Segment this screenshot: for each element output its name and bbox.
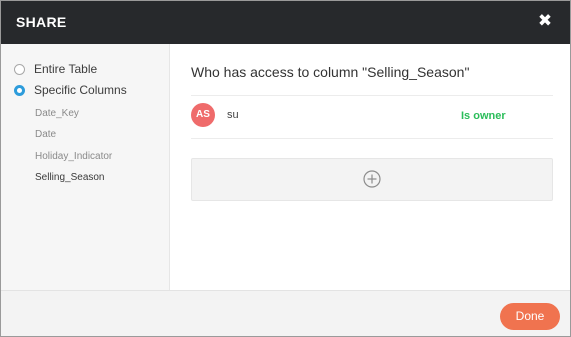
radio-entire-table[interactable]: Entire Table	[14, 60, 97, 78]
column-item-holiday-indicator[interactable]: Holiday_Indicator	[35, 151, 112, 162]
divider-bottom	[191, 138, 553, 139]
radio-checked-icon	[14, 84, 25, 96]
share-scope-sidebar: Entire Table Specific Columns Date_Key D…	[1, 44, 170, 290]
dialog-header: SHARE ✖	[1, 1, 570, 44]
radio-specific-columns[interactable]: Specific Columns	[14, 81, 127, 99]
column-item-selling-season[interactable]: Selling_Season	[35, 172, 105, 183]
column-item-date[interactable]: Date	[35, 129, 56, 140]
column-item-date-key[interactable]: Date_Key	[35, 108, 79, 119]
avatar: AS	[191, 103, 215, 127]
share-dialog: SHARE ✖ Entire Table Specific Columns Da…	[0, 0, 571, 337]
radio-label-entire-table: Entire Table	[34, 62, 98, 76]
radio-unchecked-icon	[14, 63, 25, 75]
owner-badge: Is owner	[461, 110, 506, 122]
dialog-title: SHARE	[16, 14, 67, 30]
done-button[interactable]: Done	[500, 303, 560, 330]
close-icon[interactable]: ✖	[534, 10, 556, 32]
add-user-button[interactable]	[191, 158, 553, 201]
access-panel: Who has access to column "Selling_Season…	[170, 44, 570, 290]
divider-top	[191, 95, 553, 96]
radio-label-specific-columns: Specific Columns	[34, 83, 127, 97]
plus-circle-icon	[363, 170, 381, 188]
access-heading: Who has access to column "Selling_Season…	[191, 64, 470, 80]
dialog-footer: Done	[1, 290, 570, 336]
user-name: su	[227, 109, 239, 121]
